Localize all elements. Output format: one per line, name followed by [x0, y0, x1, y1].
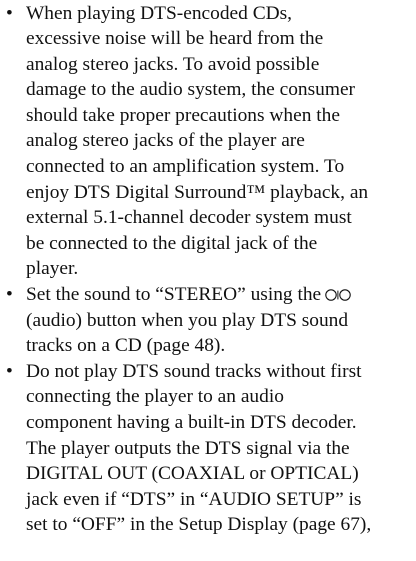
text-line: Do not play DTS sound tracks without fir…: [26, 360, 362, 382]
text-line: connected to an amplification system. To: [26, 156, 345, 178]
text-line: tracks on a CD (page 48).: [26, 335, 226, 357]
audio-icon: [323, 288, 353, 302]
bullet-marker: •: [6, 284, 13, 306]
text-line: excessive noise will be heard from the: [26, 28, 324, 50]
text-line: When playing DTS-encoded CDs,: [26, 2, 293, 24]
text-line: analog stereo jacks of the player are: [26, 130, 305, 152]
manual-page: • When playing DTS-encoded CDs, excessiv…: [0, 0, 416, 561]
text-line: set to “OFF” in the Setup Display (page …: [26, 514, 372, 536]
text-line: The player outputs the DTS signal via th…: [26, 437, 350, 459]
text-line: enjoy DTS Digital Surround™ playback, an: [26, 181, 369, 203]
text-line: component having a built-in DTS decoder.: [26, 412, 357, 433]
notes-list: • When playing DTS-encoded CDs, excessiv…: [0, 1, 416, 538]
bullet-marker: •: [6, 360, 13, 382]
list-item-dts-decoder: • Do not play DTS sound tracks without f…: [0, 359, 416, 538]
text-line: jack even if “DTS” in “AUDIO SETUP” is: [26, 488, 362, 510]
text-line: damage to the audio system, the consumer: [26, 79, 356, 101]
list-item-text: Set the sound to “STEREO” using the (aud…: [26, 282, 416, 359]
text-line: player.: [26, 258, 79, 280]
text-line: (audio) button when you play DTS sound: [26, 309, 349, 331]
text-line: be connected to the digital jack of the: [26, 232, 318, 254]
text-line: connecting the player to an audio: [26, 386, 284, 408]
list-item-text: When playing DTS-encoded CDs, excessive …: [26, 1, 416, 283]
list-item-stereo-setting: • Set the sound to “STEREO” using the (a…: [0, 282, 416, 359]
text-line: DIGITAL OUT (COAXIAL or OPTICAL): [26, 463, 359, 485]
list-item-text: Do not play DTS sound tracks without fir…: [26, 359, 416, 538]
text-line: should take proper precautions when the: [26, 104, 340, 126]
list-item-dts-noise: • When playing DTS-encoded CDs, excessiv…: [0, 1, 416, 283]
text-line: analog stereo jacks. To avoid possible: [26, 53, 320, 75]
text-line: Set the sound to “STEREO” using the: [26, 282, 416, 308]
text-line: external 5.1-channel decoder system must: [26, 207, 352, 229]
text-segment: Set the sound to “STEREO” using the: [26, 284, 322, 306]
bullet-marker: •: [6, 2, 13, 24]
